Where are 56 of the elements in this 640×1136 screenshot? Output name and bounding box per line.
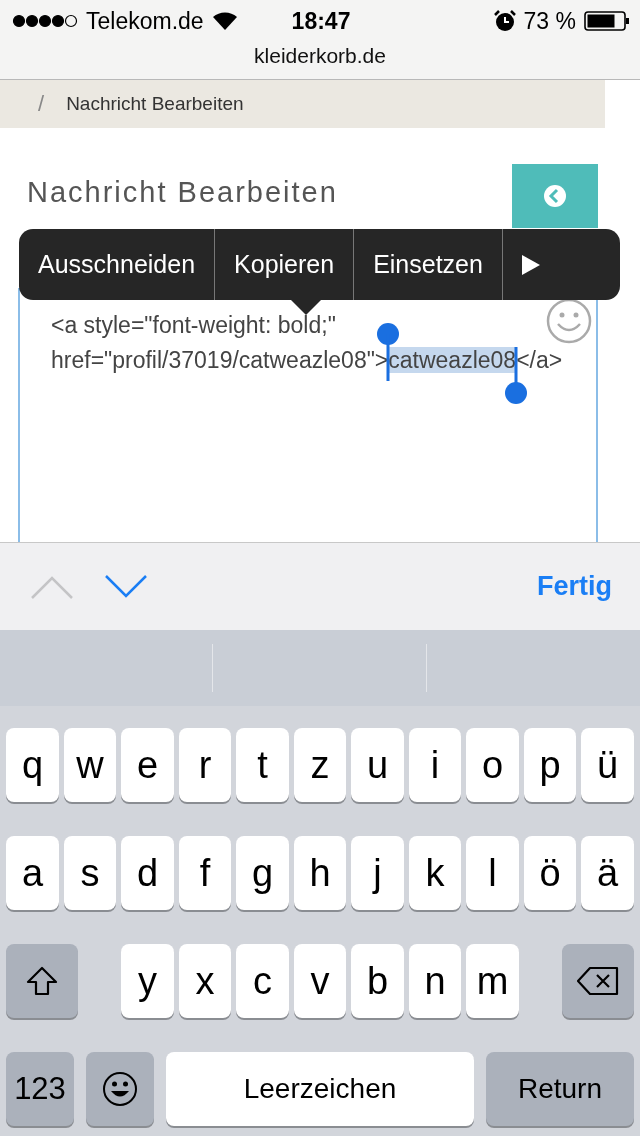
- key[interactable]: v: [293, 944, 347, 1018]
- battery-icon: [584, 11, 630, 31]
- key[interactable]: y: [121, 944, 174, 1018]
- alarm-icon: [493, 10, 516, 32]
- key[interactable]: u: [351, 728, 404, 802]
- signal-icon: [12, 14, 78, 28]
- space-key[interactable]: Leerzeichen: [166, 1052, 474, 1126]
- smiley-icon: [102, 1071, 138, 1107]
- menu-item[interactable]: Einsetzen: [354, 229, 503, 300]
- menu-item[interactable]: Kopieren: [215, 229, 355, 300]
- key[interactable]: m: [466, 944, 519, 1018]
- back-icon: [543, 184, 567, 208]
- key[interactable]: i: [408, 728, 462, 802]
- page-title: Nachricht Bearbeiten: [27, 176, 338, 209]
- numbers-key[interactable]: 123: [6, 1052, 74, 1126]
- key[interactable]: h: [293, 836, 347, 910]
- key[interactable]: x: [178, 944, 232, 1018]
- key[interactable]: q: [6, 728, 59, 802]
- carrier-name: Telekom.de: [86, 7, 204, 35]
- key[interactable]: e: [121, 728, 174, 802]
- menu-item[interactable]: Ausschneiden: [19, 229, 216, 300]
- emoji-key[interactable]: [86, 1052, 154, 1126]
- key[interactable]: f: [178, 836, 232, 910]
- key[interactable]: ö: [523, 836, 577, 910]
- key[interactable]: w: [63, 728, 117, 802]
- key[interactable]: n: [408, 944, 462, 1018]
- key[interactable]: ü: [581, 728, 634, 802]
- key[interactable]: a: [6, 836, 59, 910]
- key[interactable]: l: [466, 836, 519, 910]
- backspace-icon: [576, 966, 620, 996]
- smiley-icon[interactable]: [546, 298, 592, 344]
- key[interactable]: o: [466, 728, 519, 802]
- return-key[interactable]: Return: [486, 1052, 634, 1126]
- key[interactable]: t: [236, 728, 289, 802]
- key[interactable]: d: [121, 836, 174, 910]
- key[interactable]: k: [408, 836, 462, 910]
- breadcrumb-current: Nachricht Bearbeiten: [66, 93, 244, 115]
- play-icon: [520, 253, 541, 276]
- breadcrumb-separator: /: [38, 91, 45, 117]
- key[interactable]: r: [178, 728, 232, 802]
- key[interactable]: ä: [581, 836, 634, 910]
- url-domain[interactable]: kleiderkorb.de: [254, 44, 386, 68]
- key[interactable]: p: [523, 728, 577, 802]
- key[interactable]: g: [236, 836, 289, 910]
- wifi-icon: [211, 11, 238, 31]
- clock-time: 18:47: [291, 7, 351, 35]
- shift-key[interactable]: [6, 944, 78, 1018]
- key[interactable]: z: [293, 728, 347, 802]
- key[interactable]: b: [351, 944, 404, 1018]
- key[interactable]: c: [236, 944, 289, 1018]
- backspace-key[interactable]: [562, 944, 634, 1018]
- key[interactable]: s: [63, 836, 117, 910]
- shift-icon: [25, 965, 59, 997]
- battery-percent: 73 %: [523, 7, 576, 35]
- next-button[interactable]: [104, 573, 148, 600]
- key[interactable]: j: [351, 836, 404, 910]
